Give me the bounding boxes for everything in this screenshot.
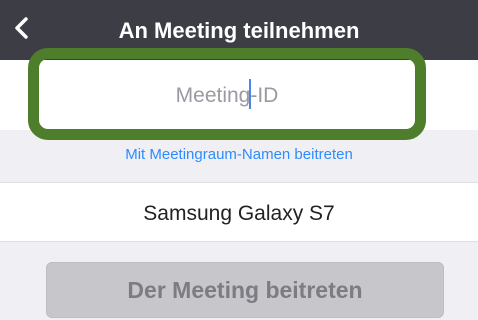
meeting-id-input[interactable]	[40, 72, 414, 120]
device-name-row[interactable]: Samsung Galaxy S7	[0, 182, 478, 242]
join-meeting-button[interactable]: Der Meeting beitreten	[46, 262, 444, 318]
device-name: Samsung Galaxy S7	[143, 202, 335, 225]
text-cursor	[249, 79, 251, 109]
meeting-id-row	[0, 60, 478, 130]
join-meeting-screen: An Meeting teilnehmen Mit Meetingraum-Na…	[0, 0, 478, 320]
navigation-bar: An Meeting teilnehmen	[0, 0, 478, 60]
page-title: An Meeting teilnehmen	[118, 18, 360, 43]
join-with-room-name-link[interactable]: Mit Meetingraum-Namen beitreten	[0, 146, 478, 164]
